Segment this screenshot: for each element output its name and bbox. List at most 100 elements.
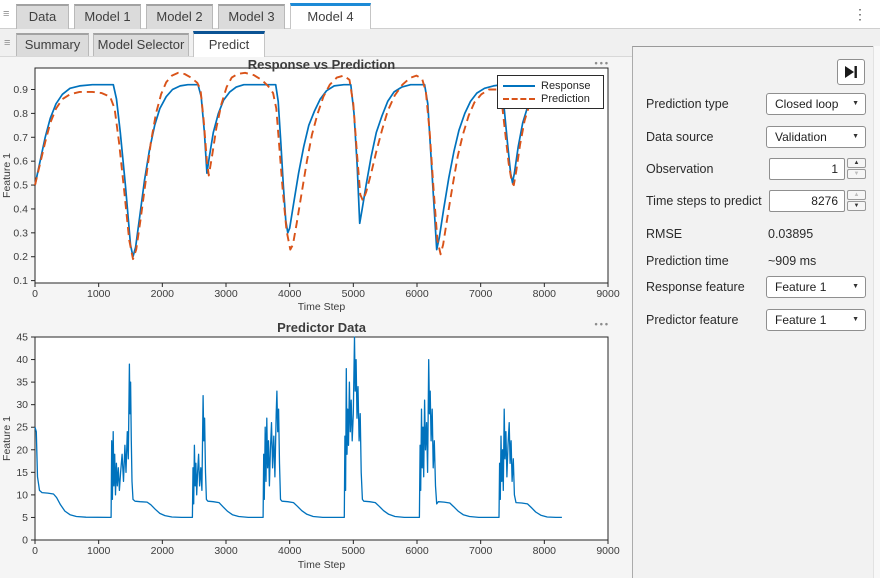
axis-tick-label: 5000 bbox=[342, 288, 366, 300]
axis-tick-label: 0.8 bbox=[13, 108, 28, 120]
time-steps-input[interactable]: 8276 bbox=[769, 190, 845, 212]
legend-label: Response bbox=[541, 80, 591, 92]
observation-stepper: ▲ ▼ bbox=[847, 158, 866, 180]
axis-tick-label: 2000 bbox=[151, 288, 175, 300]
axis-tick-label: 9000 bbox=[596, 288, 620, 300]
prediction-time-label: Prediction time bbox=[646, 250, 729, 272]
y-axis-label: Feature 1 bbox=[1, 416, 13, 461]
prediction-type-label: Prediction type bbox=[646, 93, 729, 115]
chart-options-button[interactable]: ••• bbox=[595, 319, 610, 329]
axis-tick-label: 3000 bbox=[214, 545, 238, 557]
axis-tick-label: 1000 bbox=[87, 288, 111, 300]
chart-title: Predictor Data bbox=[35, 320, 608, 335]
axis-tick-label: 1000 bbox=[87, 545, 111, 557]
axis-tick-label: 40 bbox=[16, 354, 28, 366]
spinner-up-button[interactable]: ▲ bbox=[847, 190, 866, 200]
overflow-menu-icon[interactable]: ⋮ bbox=[852, 5, 868, 23]
legend-label: Prediction bbox=[541, 93, 590, 105]
legend-line-sample bbox=[503, 85, 535, 87]
legend-entry: Response bbox=[503, 79, 598, 92]
tab-model-1[interactable]: Model 1 bbox=[74, 4, 141, 29]
run-prediction-button[interactable] bbox=[837, 59, 865, 85]
axis-tick-label: 0.6 bbox=[13, 156, 28, 168]
predictor-feature-label: Predictor feature bbox=[646, 309, 738, 331]
tab-predict[interactable]: Predict bbox=[193, 31, 265, 57]
chevron-down-icon: ▼ bbox=[852, 127, 859, 147]
axis-tick-label: 0.4 bbox=[13, 203, 28, 215]
axis-tick-label: 4000 bbox=[278, 288, 302, 300]
axis-tick-label: 8000 bbox=[533, 288, 557, 300]
axis-tick-label: 25 bbox=[16, 422, 28, 434]
time-steps-label: Time steps to predict bbox=[646, 190, 762, 212]
spinner-up-button[interactable]: ▲ bbox=[847, 158, 866, 168]
axis-tick-label: 5000 bbox=[342, 545, 366, 557]
spinner-down-button[interactable]: ▼ bbox=[847, 169, 866, 179]
data-source-label: Data source bbox=[646, 126, 713, 148]
axis-tick-label: 0.9 bbox=[13, 84, 28, 96]
axis-tick-label: 0.5 bbox=[13, 180, 28, 192]
legend-line-sample bbox=[503, 98, 535, 100]
tab-summary[interactable]: Summary bbox=[16, 33, 89, 56]
predictor_data-plot: 0100020003000400050006000700080009000051… bbox=[0, 318, 632, 578]
axis-tick-label: 15 bbox=[16, 467, 28, 479]
axis-tick-label: 7000 bbox=[469, 288, 493, 300]
model-tab-bar: ≡ Data Model 1 Model 2 Model 3 Model 4 ⋮ bbox=[0, 0, 880, 29]
axis-tick-label: 0.7 bbox=[13, 132, 28, 144]
chevron-down-icon: ▼ bbox=[852, 94, 859, 114]
predict-control-panel: Prediction type Closed loop ▼ Data sourc… bbox=[632, 46, 880, 578]
y-axis-label: Feature 1 bbox=[1, 153, 13, 198]
data-source-value: Validation bbox=[775, 127, 827, 147]
tab-model-4[interactable]: Model 4 bbox=[290, 3, 371, 29]
prediction-type-dropdown[interactable]: Closed loop ▼ bbox=[766, 93, 866, 115]
axis-tick-label: 20 bbox=[16, 444, 28, 456]
chevron-down-icon: ▼ bbox=[852, 277, 859, 297]
x-axis-label: Time Step bbox=[298, 301, 346, 313]
predictor-feature-dropdown[interactable]: Feature 1 ▼ bbox=[766, 309, 866, 331]
prediction-type-value: Closed loop bbox=[775, 94, 838, 114]
tab-data[interactable]: Data bbox=[16, 4, 69, 29]
rmse-label: RMSE bbox=[646, 223, 682, 245]
axis-tick-label: 6000 bbox=[405, 545, 429, 557]
chart-options-button[interactable]: ••• bbox=[595, 58, 610, 68]
chevron-down-icon: ▼ bbox=[852, 310, 859, 330]
axis-tick-label: 10 bbox=[16, 489, 28, 501]
axis-tick-label: 0.2 bbox=[13, 251, 28, 263]
axis-tick-label: 7000 bbox=[469, 545, 493, 557]
chart-legend: ResponsePrediction bbox=[497, 75, 604, 109]
axis-tick-label: 5 bbox=[22, 512, 28, 524]
panel-scrollbar[interactable] bbox=[873, 46, 880, 578]
response-vs-prediction-chart: Response vs Prediction ••• 0100020003000… bbox=[0, 57, 632, 318]
tabbar-grip-icon: ≡ bbox=[3, 9, 9, 20]
spinner-down-button[interactable]: ▼ bbox=[847, 201, 866, 211]
axis-tick-label: 0 bbox=[22, 535, 28, 547]
observation-input[interactable]: 1 bbox=[769, 158, 845, 180]
axis-tick-label: 8000 bbox=[533, 545, 557, 557]
axis-tick-label: 0 bbox=[32, 545, 38, 557]
axis-tick-label: 30 bbox=[16, 399, 28, 411]
axis-tick-label: 0.1 bbox=[13, 275, 28, 287]
time-steps-value: 8276 bbox=[811, 191, 838, 211]
tab-model-2[interactable]: Model 2 bbox=[146, 4, 213, 29]
rmse-value: 0.03895 bbox=[768, 223, 813, 245]
response-feature-label: Response feature bbox=[646, 276, 745, 298]
response-feature-dropdown[interactable]: Feature 1 ▼ bbox=[766, 276, 866, 298]
time-steps-stepper: ▲ ▼ bbox=[847, 190, 866, 212]
x-axis-label: Time Step bbox=[298, 559, 346, 571]
predictor-feature-value: Feature 1 bbox=[775, 310, 826, 330]
observation-label: Observation bbox=[646, 158, 713, 180]
data-source-dropdown[interactable]: Validation ▼ bbox=[766, 126, 866, 148]
axis-tick-label: 4000 bbox=[278, 545, 302, 557]
play-to-end-icon bbox=[844, 66, 858, 78]
predictor-data-chart: Predictor Data ••• 0 1000 2000 3000 4000 5000… bbox=[0, 318, 632, 578]
axis-tick-label: 0 bbox=[32, 288, 38, 300]
axis-tick-label: 3000 bbox=[214, 288, 238, 300]
legend-entry: Prediction bbox=[503, 92, 598, 105]
tab-model-selector[interactable]: Model Selector bbox=[93, 33, 189, 56]
tab-model-3[interactable]: Model 3 bbox=[218, 4, 285, 29]
plot-area bbox=[35, 337, 608, 540]
response-feature-value: Feature 1 bbox=[775, 277, 826, 297]
axis-tick-label: 0.3 bbox=[13, 227, 28, 239]
axis-tick-label: 2000 bbox=[151, 545, 175, 557]
observation-value: 1 bbox=[831, 159, 838, 179]
doc-tabbar-grip-icon: ≡ bbox=[4, 38, 10, 49]
